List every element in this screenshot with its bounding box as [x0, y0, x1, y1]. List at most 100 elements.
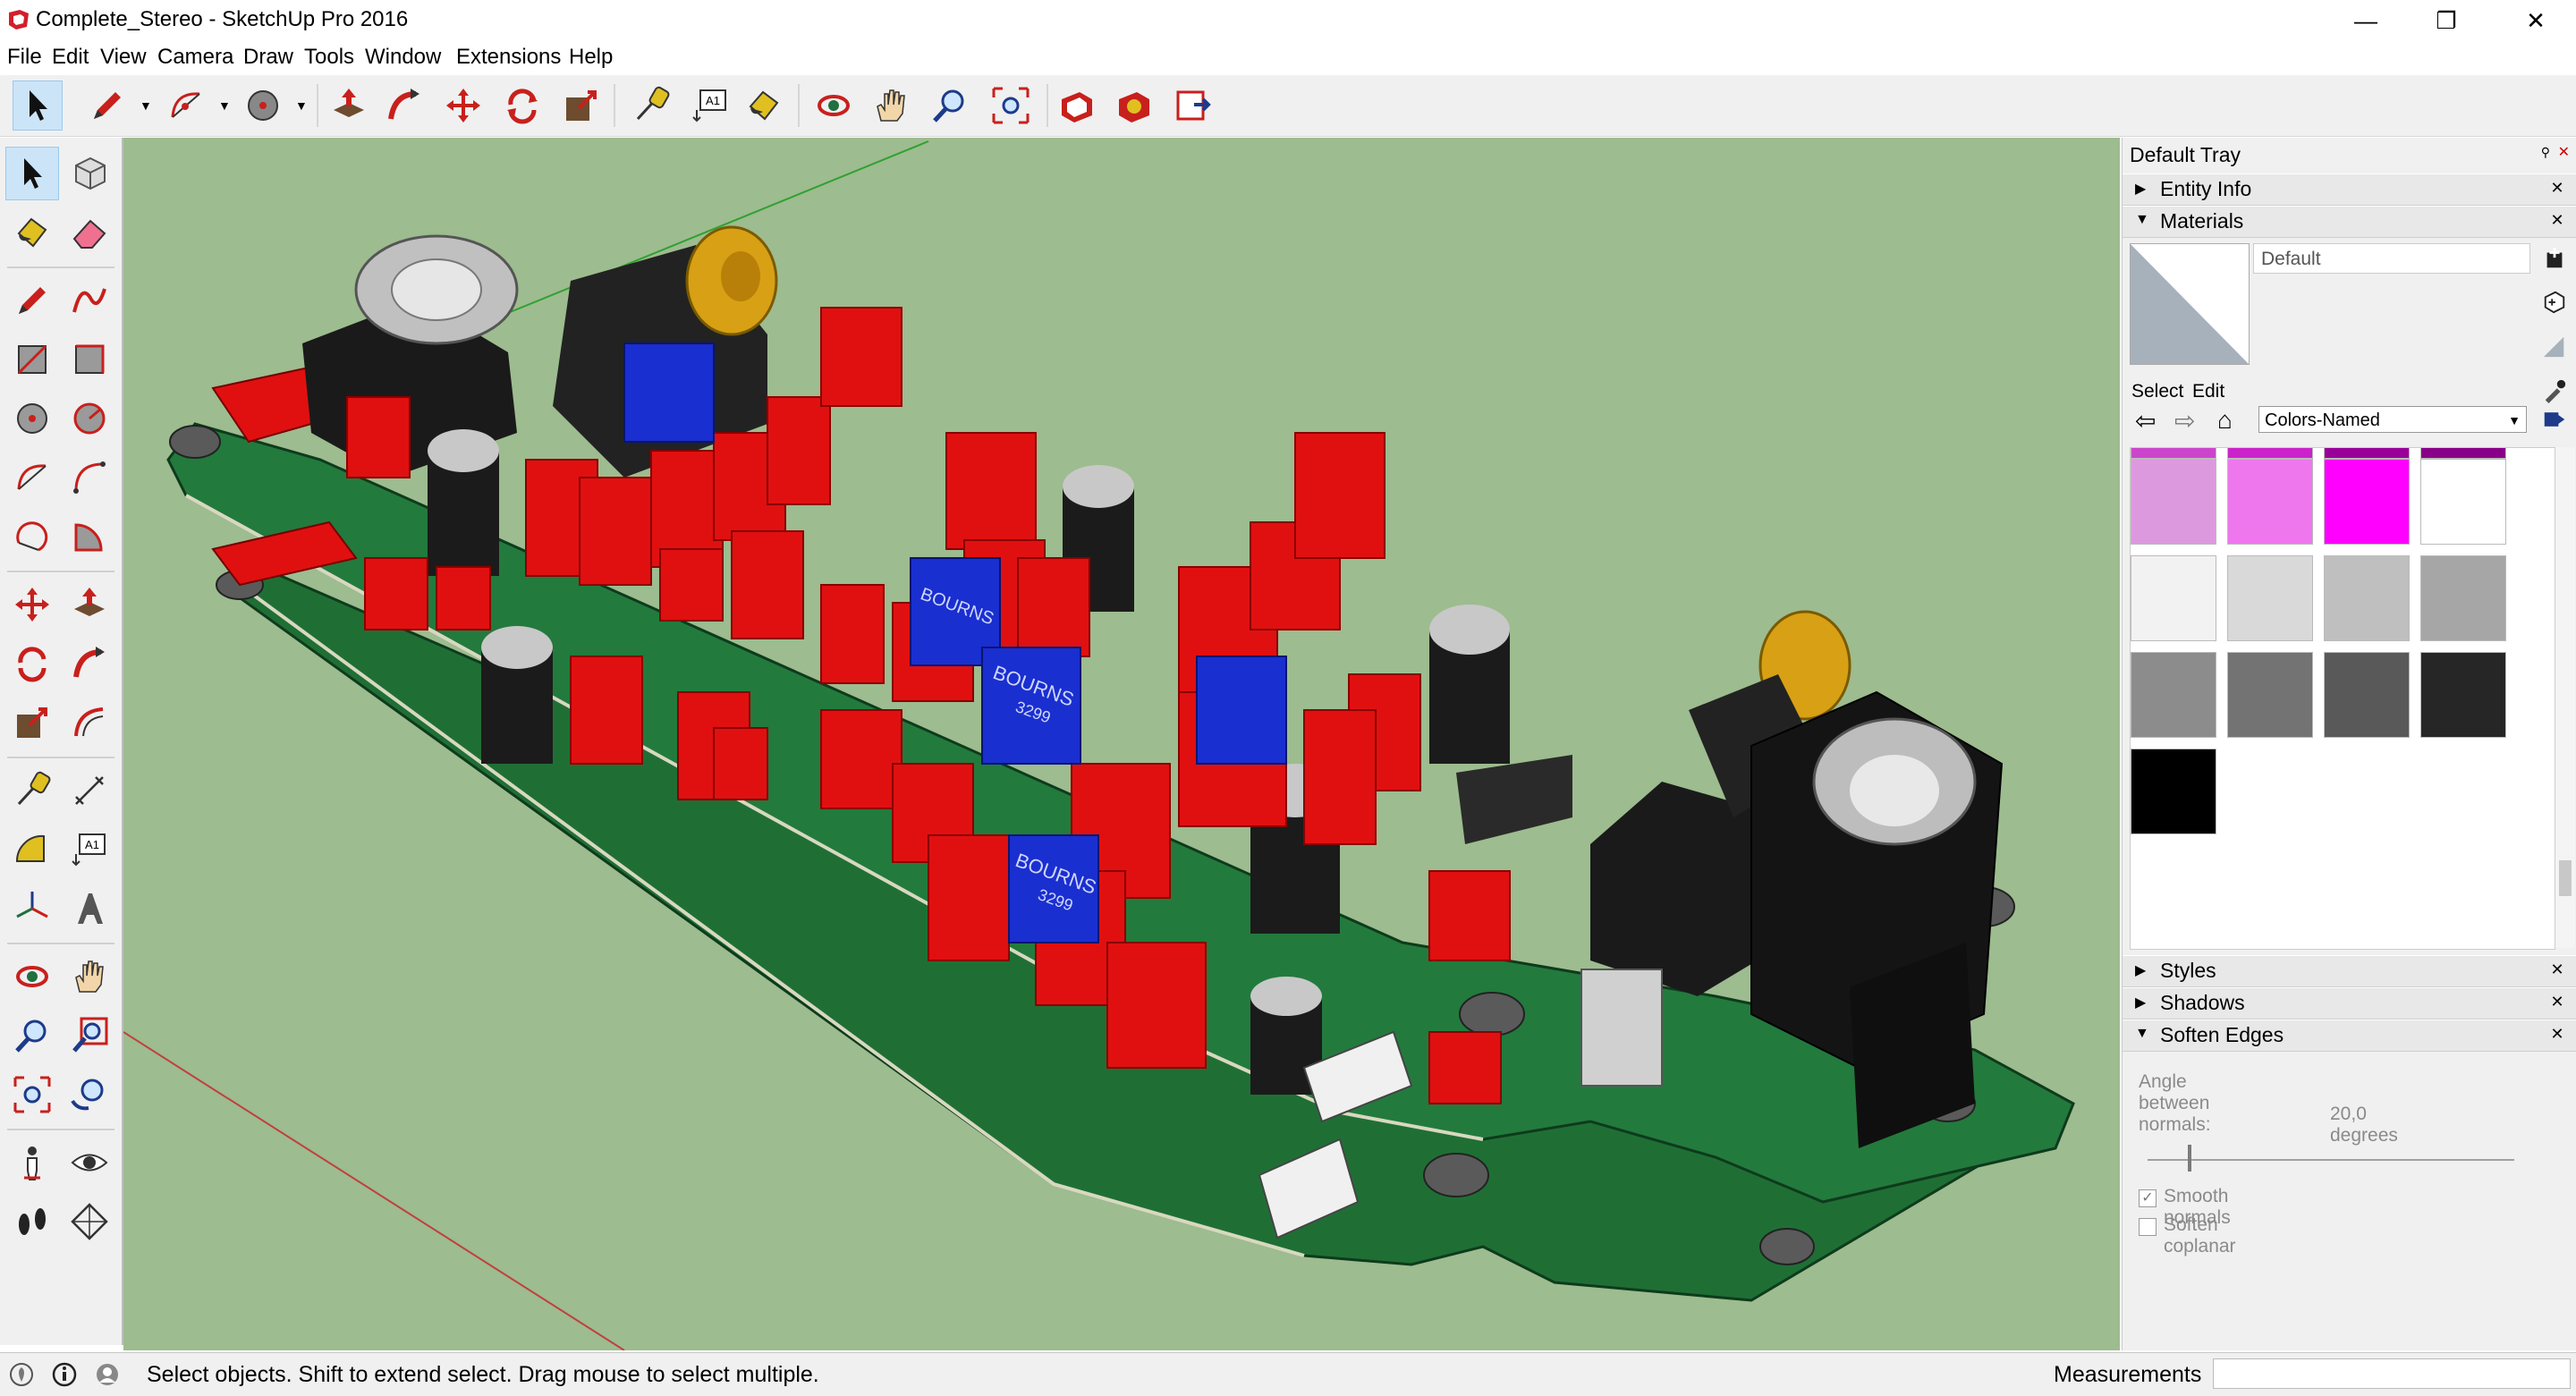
material-swatch[interactable]	[2324, 652, 2410, 738]
position-camera-tool-button[interactable]	[5, 1136, 59, 1189]
menu-window[interactable]: Window	[365, 45, 441, 70]
forward-arrow-icon[interactable]: ⇨	[2174, 406, 2195, 436]
home-icon[interactable]: ⌂	[2217, 406, 2233, 435]
circle-tool-button[interactable]	[5, 392, 59, 445]
user-account-icon[interactable]	[95, 1362, 120, 1387]
pencil-line-tool-button[interactable]	[82, 80, 132, 131]
material-swatch[interactable]	[2131, 749, 2216, 834]
tab-edit[interactable]: Edit	[2192, 381, 2224, 402]
menu-draw[interactable]: Draw	[243, 45, 293, 70]
pan-tool-button[interactable]	[866, 80, 916, 131]
select-tool-button[interactable]	[13, 80, 63, 131]
material-swatch[interactable]	[2420, 459, 2506, 545]
material-swatch[interactable]	[2227, 652, 2313, 738]
material-swatch[interactable]	[2227, 459, 2313, 545]
panel-close-icon[interactable]: ✕	[2548, 179, 2566, 199]
scale-tool-button[interactable]	[5, 696, 59, 749]
section-plane-tool-button[interactable]	[63, 1195, 116, 1248]
swatch-scrollbar[interactable]	[2555, 447, 2575, 948]
back-arrow-icon[interactable]: ⇦	[2135, 406, 2156, 436]
select-tool-button[interactable]	[5, 147, 59, 200]
rotate-tool-button[interactable]	[497, 80, 547, 131]
panel-soften-edges[interactable]: ▼ Soften Edges ✕	[2123, 1020, 2576, 1052]
eyedropper-icon[interactable]	[2539, 376, 2570, 406]
chevron-down-icon[interactable]: ▼	[140, 98, 152, 113]
panel-entity-info[interactable]: ▶ Entity Info ✕	[2123, 173, 2576, 206]
material-library-select[interactable]: Colors-Named ▼	[2258, 406, 2527, 433]
material-swatch[interactable]	[2324, 448, 2410, 459]
freehand-tool-button[interactable]	[63, 274, 116, 327]
paint-bucket-tool-button[interactable]	[5, 206, 59, 259]
geo-location-icon[interactable]	[9, 1362, 34, 1387]
make-component-button[interactable]	[63, 147, 116, 200]
follow-me-tool-button[interactable]	[379, 80, 429, 131]
tab-select[interactable]: Select	[2131, 381, 2183, 402]
details-arrow-icon[interactable]	[2539, 404, 2570, 435]
material-swatch[interactable]	[2227, 555, 2313, 641]
dimension-tool-button[interactable]	[63, 764, 116, 817]
offset-tool-button[interactable]	[63, 696, 116, 749]
material-swatch[interactable]	[2131, 555, 2216, 641]
panel-close-icon[interactable]: ✕	[2548, 993, 2566, 1012]
paint-default-icon[interactable]	[2539, 286, 2570, 317]
two-point-arc-tool-button[interactable]	[63, 451, 116, 504]
rotated-rectangle-tool-button[interactable]	[63, 333, 116, 386]
circle-tool-button[interactable]	[238, 80, 288, 131]
arc-tool-button[interactable]	[161, 80, 211, 131]
3d-text-tool-button[interactable]	[63, 882, 116, 935]
panel-shadows[interactable]: ▶ Shadows ✕	[2123, 987, 2576, 1020]
extension-warehouse-tool-button[interactable]	[1109, 80, 1159, 131]
push-pull-tool-button[interactable]	[63, 578, 116, 631]
three-point-arc-tool-button[interactable]	[5, 510, 59, 563]
text-tool-button[interactable]: A1	[685, 80, 735, 131]
material-name-field[interactable]: Default	[2253, 243, 2530, 274]
tape-measure-tool-button[interactable]	[5, 764, 59, 817]
material-swatch[interactable]	[2131, 459, 2216, 545]
menu-tools[interactable]: Tools	[304, 45, 354, 70]
menu-help[interactable]: Help	[569, 45, 613, 70]
maximize-button[interactable]: ❐	[2406, 0, 2487, 41]
orbit-tool-button[interactable]	[5, 950, 59, 1003]
material-swatch[interactable]	[2131, 652, 2216, 738]
smooth-normals-checkbox[interactable]: ✓	[2139, 1189, 2157, 1207]
zoom-window-tool-button[interactable]	[63, 1009, 116, 1062]
panel-materials[interactable]: ▼ Materials ✕	[2123, 206, 2576, 238]
menu-camera[interactable]: Camera	[157, 45, 233, 70]
rectangle-tool-button[interactable]	[5, 333, 59, 386]
pie-tool-button[interactable]	[63, 510, 116, 563]
menu-extensions[interactable]: Extensions	[456, 45, 561, 70]
material-swatch[interactable]	[2324, 555, 2410, 641]
angle-slider[interactable]	[2148, 1159, 2514, 1161]
chevron-down-icon[interactable]: ▼	[295, 98, 308, 113]
material-swatch[interactable]	[2420, 652, 2506, 738]
paint-bucket-tool-button[interactable]	[739, 80, 789, 131]
warehouse-tool-button[interactable]	[1052, 80, 1102, 131]
menu-view[interactable]: View	[100, 45, 147, 70]
scrollbar-thumb[interactable]	[2559, 860, 2572, 896]
scale-tool-button[interactable]	[556, 80, 606, 131]
material-swatch[interactable]	[2420, 555, 2506, 641]
line-tool-button[interactable]	[5, 274, 59, 327]
orbit-tool-button[interactable]	[809, 80, 859, 131]
material-swatch[interactable]	[2227, 448, 2313, 459]
info-icon[interactable]	[52, 1362, 77, 1387]
arc-tool-button[interactable]	[5, 451, 59, 504]
pan-tool-button[interactable]	[63, 950, 116, 1003]
panel-close-icon[interactable]: ✕	[2548, 960, 2566, 980]
zoom-tool-button[interactable]	[925, 80, 975, 131]
menu-file[interactable]: File	[7, 45, 42, 70]
tape-measure-tool-button[interactable]	[626, 80, 676, 131]
model-viewport[interactable]: BOURNS BOURNS 3299 BOURNS 3299	[123, 138, 2120, 1350]
measurements-input[interactable]	[2213, 1358, 2571, 1389]
material-swatch[interactable]	[2420, 448, 2506, 459]
panel-styles[interactable]: ▶ Styles ✕	[2123, 955, 2576, 987]
minimize-button[interactable]: —	[2326, 0, 2406, 41]
walk-tool-button[interactable]	[5, 1195, 59, 1248]
material-swatch[interactable]	[2131, 448, 2216, 459]
previous-view-tool-button[interactable]	[63, 1068, 116, 1121]
rotate-tool-button[interactable]	[5, 637, 59, 690]
material-swatch[interactable]	[2324, 459, 2410, 545]
panel-close-icon[interactable]: ✕	[2548, 1025, 2566, 1045]
soften-coplanar-checkbox[interactable]	[2139, 1218, 2157, 1236]
pin-icon[interactable]: ⚲	[2541, 145, 2550, 160]
